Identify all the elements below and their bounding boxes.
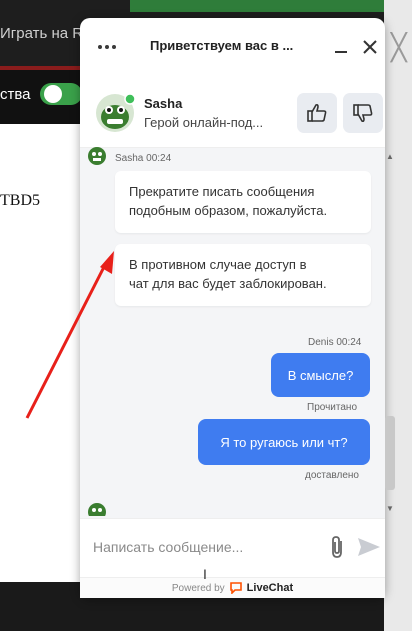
agent-subtitle: Герой онлайн-под...: [144, 115, 264, 130]
message-bubble-own: В смысле?: [271, 353, 370, 397]
thumb-down-icon: [353, 104, 373, 123]
menu-dots-icon: [98, 45, 116, 49]
message-meta: Sasha 00:24: [115, 153, 172, 164]
scroll-down-icon[interactable]: ▼: [386, 504, 396, 513]
background-text: TBD5: [0, 192, 40, 209]
message-line: Прекратите писать сообщения: [129, 184, 315, 199]
message-bubble: В противном случае доступ в чат для вас …: [115, 244, 371, 306]
text-cursor-icon: I: [203, 566, 207, 582]
powered-by-bar[interactable]: Powered by LiveChat: [80, 577, 385, 598]
background-setting-label: ства: [0, 86, 31, 103]
livechat-brand: LiveChat: [246, 582, 294, 594]
chat-header: Приветствуем вас в ...: [80, 18, 385, 76]
message-bubble-own: Я то ругаюсь или чт?: [198, 419, 370, 465]
paperclip-icon: [332, 536, 342, 558]
background-green-bar: [130, 0, 412, 12]
agent-mini-avatar: [88, 503, 106, 516]
background-close-icon: ╳: [391, 32, 407, 62]
message-line: чат для вас будет заблокирован.: [129, 276, 327, 291]
send-button[interactable]: [356, 536, 382, 560]
message-line: В противном случае доступ в: [129, 257, 307, 272]
message-status: Прочитано: [307, 402, 357, 413]
thumb-down-button[interactable]: [343, 93, 383, 133]
livechat-logo-icon: [229, 582, 242, 594]
minimize-icon: [335, 51, 347, 53]
powered-by-text: Powered by: [171, 582, 225, 594]
message-meta: Denis 00:24: [308, 337, 362, 348]
minimize-button[interactable]: [326, 32, 356, 62]
chat-title: Приветствуем вас в ...: [150, 38, 294, 53]
agent-avatar: [95, 93, 136, 138]
menu-button[interactable]: [92, 32, 122, 62]
scrollbar-thumb[interactable]: [385, 416, 395, 490]
agent-avatar-icon: [96, 93, 136, 132]
thumb-up-button[interactable]: [297, 93, 337, 133]
thumb-up-icon: [307, 103, 327, 122]
agent-name: Sasha: [144, 96, 183, 111]
message-bubble: Прекратите писать сообщения подобным обр…: [115, 171, 371, 233]
background-red-line: [0, 66, 82, 70]
close-icon: [363, 40, 377, 54]
close-button[interactable]: [355, 32, 385, 62]
send-icon: [358, 538, 380, 556]
message-line: подобным образом, пожалуйста.: [129, 203, 328, 218]
message-input[interactable]: Написать сообщение...: [93, 539, 323, 555]
chat-widget: Приветствуем вас в ... Sasha Герой онлай…: [80, 18, 385, 598]
attach-button[interactable]: [327, 535, 347, 559]
scroll-up-icon[interactable]: ▲: [386, 152, 396, 161]
background-play-link: Играть на R: [0, 25, 84, 42]
background-toggle-knob: [44, 85, 62, 103]
agent-mini-avatar: [88, 147, 106, 165]
message-status: доставлено: [305, 470, 359, 481]
